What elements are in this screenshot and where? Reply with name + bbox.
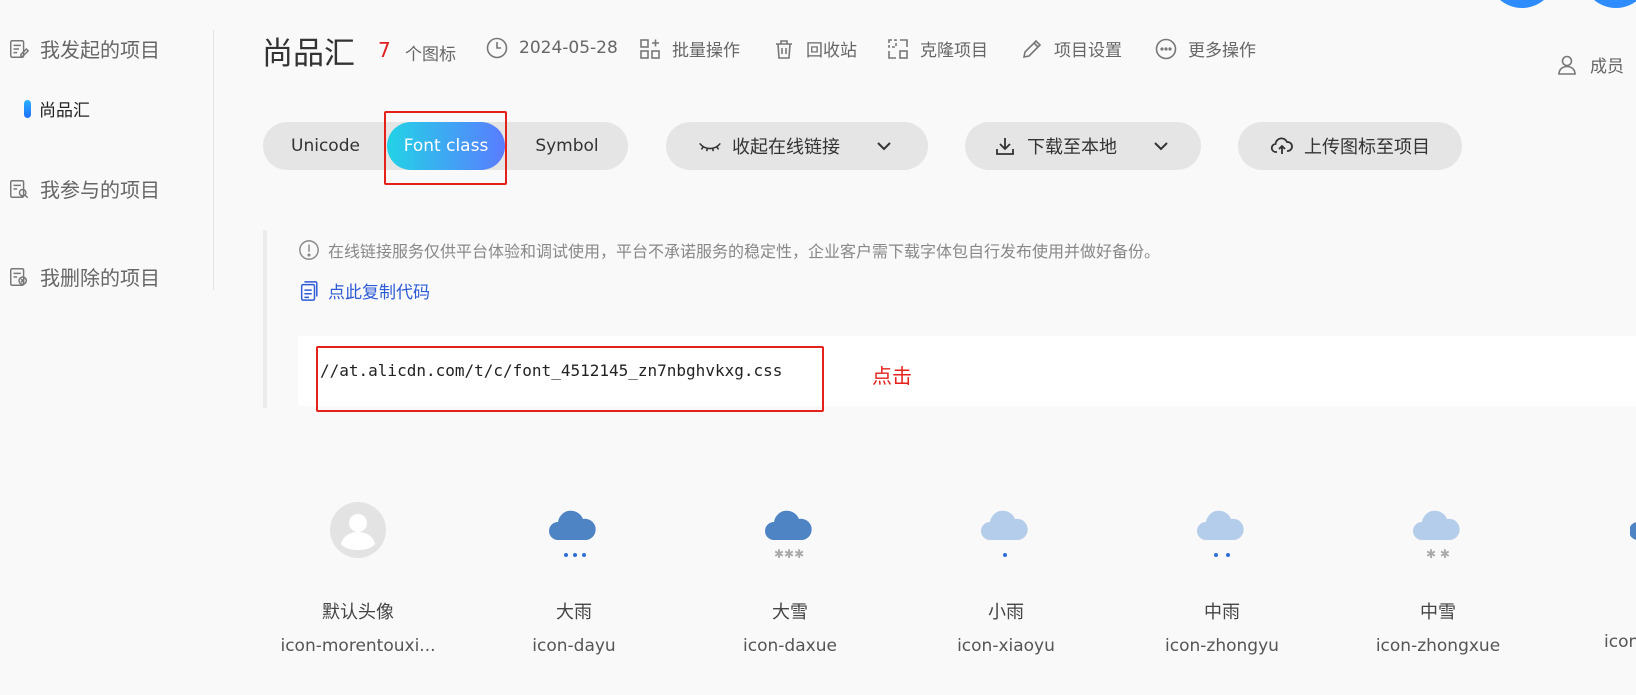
- icon-count-label: 个图标: [405, 45, 456, 65]
- moderate-rain-icon: [1192, 500, 1252, 560]
- sidebar-item-label: 我发起的项目: [40, 38, 160, 62]
- page-title: 尚品汇: [262, 36, 355, 72]
- light-rain-icon: [976, 500, 1036, 560]
- tab-symbol[interactable]: Symbol: [507, 122, 627, 170]
- clone-icon: [888, 38, 908, 59]
- copy-code-link[interactable]: 点此复制代码: [298, 278, 430, 303]
- click-annotation: 点击: [872, 364, 912, 388]
- edit-doc-icon: [10, 39, 30, 58]
- highlight-box: [316, 346, 824, 412]
- sidebar-item-my-projects[interactable]: 我发起的项目: [8, 34, 160, 63]
- copy-doc-icon: [300, 280, 318, 301]
- icon-card-heavy-snow[interactable]: ✱✱✱ 大雪 icon-daxue: [700, 500, 880, 656]
- icon-card-avatar[interactable]: 默认头像 icon-morentouxi...: [268, 500, 448, 656]
- icon-card-moderate-snow[interactable]: ✱ ✱ 中雪 icon-zhongxue: [1348, 500, 1528, 656]
- heavy-snow-icon: ✱✱✱: [760, 500, 820, 561]
- created-date: 2024-05-28: [485, 36, 618, 60]
- pencil-icon: [1022, 39, 1042, 58]
- grid-icon: [640, 38, 660, 59]
- cloud-upload-icon: [1270, 137, 1293, 154]
- cloud-icon: [1630, 500, 1636, 560]
- icon-count: 7: [378, 38, 391, 62]
- icon-card-heavy-rain[interactable]: 大雨 icon-dayu: [484, 500, 664, 656]
- notice-accent-bar: [263, 230, 267, 408]
- avatar-circle[interactable]: [1488, 0, 1556, 8]
- sidebar-item-label: 我删除的项目: [40, 266, 160, 290]
- chevron-down-icon: [1154, 142, 1168, 151]
- user-icon: [1558, 55, 1576, 75]
- svg-text:✱✱✱: ✱✱✱: [774, 547, 804, 560]
- sidebar-divider: [213, 30, 214, 290]
- more-icon: [1155, 38, 1177, 59]
- download-button[interactable]: 下载至本地: [965, 122, 1201, 170]
- tab-unicode[interactable]: Unicode: [263, 122, 388, 170]
- project-settings-button[interactable]: 项目设置: [1020, 36, 1122, 61]
- sidebar-item-deleted-projects[interactable]: 我删除的项目: [8, 262, 160, 291]
- delete-doc-icon: [10, 267, 28, 286]
- chevron-down-icon: [877, 142, 891, 151]
- sidebar-item-label: 我参与的项目: [40, 178, 160, 202]
- upload-button[interactable]: 上传图标至项目: [1238, 122, 1462, 170]
- trash-icon: [776, 39, 792, 59]
- heavy-rain-icon: [544, 500, 604, 560]
- info-icon: [299, 240, 319, 260]
- avatar-circle[interactable]: [1582, 0, 1636, 8]
- icon-card-partial[interactable]: icon: [1564, 500, 1636, 652]
- sidebar-item-joined-projects[interactable]: 我参与的项目: [8, 174, 160, 203]
- collapse-link-button[interactable]: 收起在线链接: [666, 122, 928, 170]
- svg-text:✱ ✱: ✱ ✱: [1426, 547, 1450, 560]
- more-actions-button[interactable]: 更多操作: [1154, 36, 1256, 61]
- clock-icon: [486, 37, 508, 59]
- sidebar-project-item[interactable]: 尚品汇: [24, 96, 90, 121]
- batch-operation-button[interactable]: 批量操作: [638, 36, 740, 61]
- download-icon: [996, 138, 1014, 155]
- highlight-box: [384, 111, 507, 185]
- search-doc-icon: [10, 179, 29, 198]
- notice-text: 在线链接服务仅供平台体验和调试使用，平台不承诺服务的稳定性，企业客户需下载字体包…: [298, 238, 1160, 262]
- moderate-snow-icon: ✱ ✱: [1408, 500, 1468, 561]
- icon-card-light-rain[interactable]: 小雨 icon-xiaoyu: [916, 500, 1096, 656]
- clone-project-button[interactable]: 克隆项目: [886, 36, 988, 61]
- eye-closed-icon: [699, 142, 721, 152]
- active-indicator: [24, 99, 31, 118]
- icon-card-moderate-rain[interactable]: 中雨 icon-zhongyu: [1132, 500, 1312, 656]
- avatar-icon: [328, 500, 388, 560]
- members-button[interactable]: 成员: [1556, 52, 1624, 77]
- sidebar-project-label: 尚品汇: [39, 101, 90, 121]
- recycle-bin-button[interactable]: 回收站: [772, 36, 857, 61]
